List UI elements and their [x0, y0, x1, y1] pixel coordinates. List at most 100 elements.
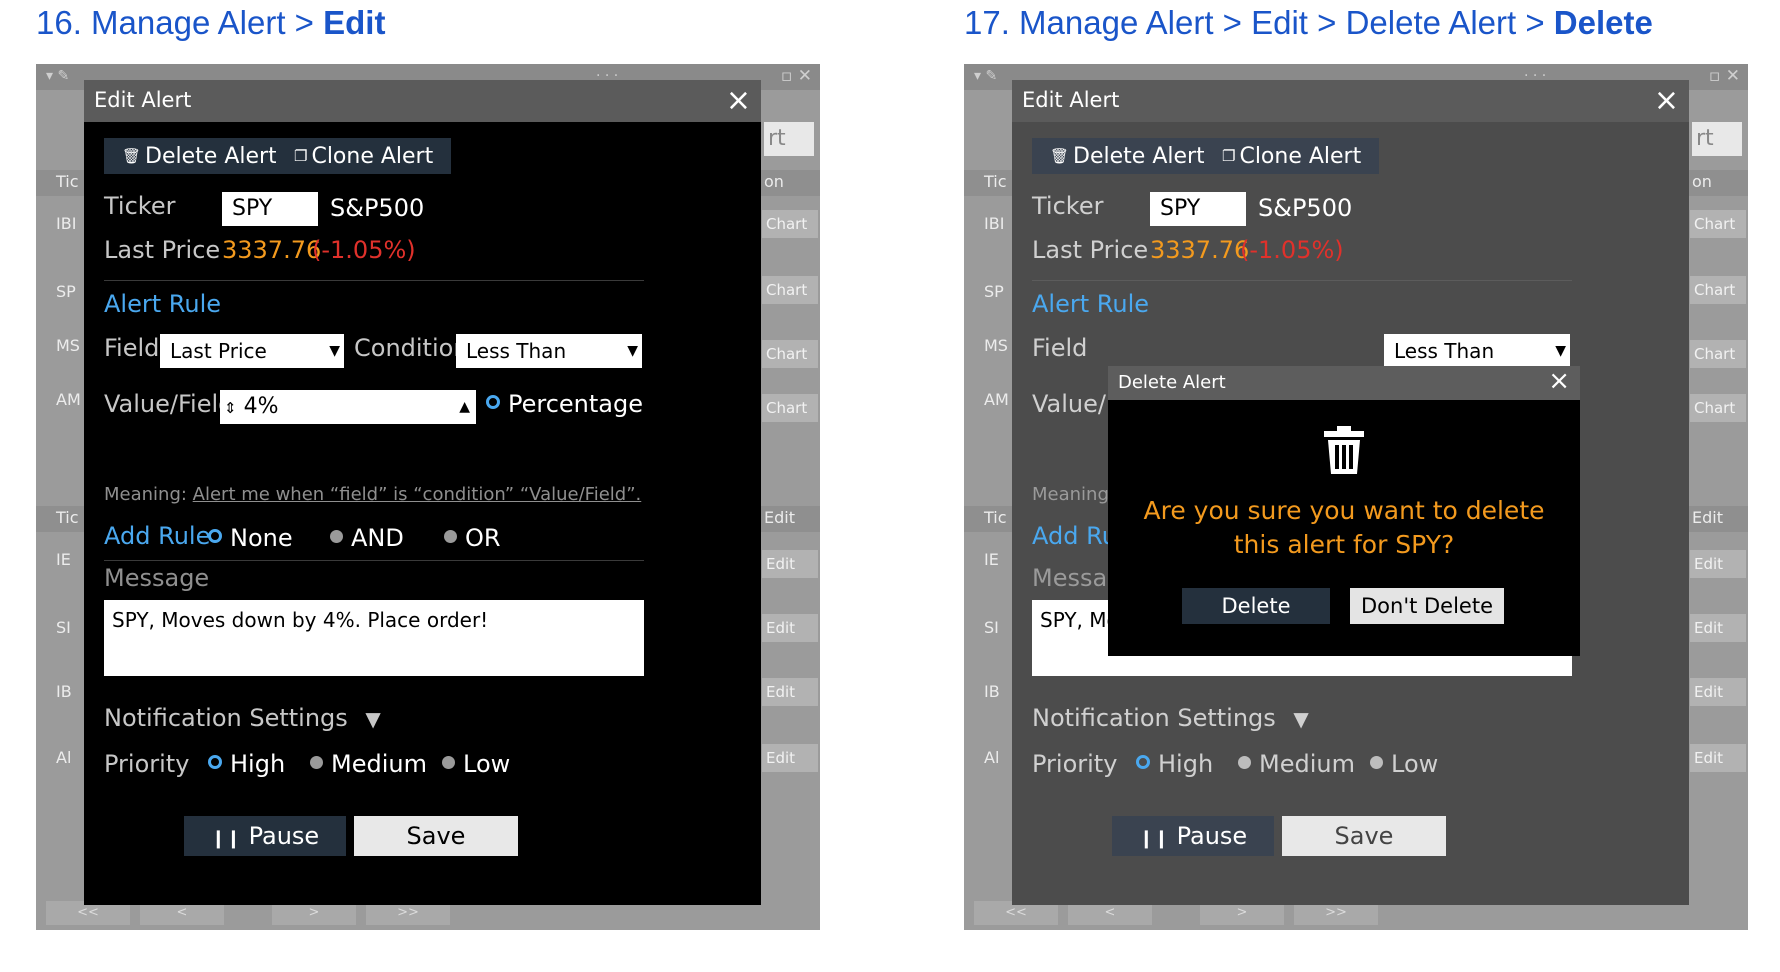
pause-button[interactable]: ❙❙ Pause	[184, 816, 346, 856]
chart-button[interactable]: Chart	[762, 210, 818, 238]
add-rule-none-radio[interactable]: None	[208, 524, 293, 552]
last-price-value: 3337.76	[222, 236, 322, 264]
edit-button[interactable]: Edit	[1690, 678, 1746, 706]
meaning-text: Meaning: Alert me when “field” is “condi…	[104, 484, 642, 505]
field-label: Field	[104, 334, 160, 362]
percentage-radio[interactable]: Percentage	[486, 390, 643, 418]
trash-icon	[1324, 426, 1364, 474]
delete-dialog-titlebar: Delete Alert ×	[1108, 366, 1580, 400]
radio-unselected-icon	[444, 530, 457, 543]
edit-button[interactable]: Edit	[762, 678, 818, 706]
priority-high-radio[interactable]: High	[1136, 750, 1213, 778]
pause-icon: ❙❙	[210, 828, 241, 849]
clone-icon: ❐	[294, 147, 308, 165]
chevron-down-icon: ▼	[365, 707, 381, 731]
edit-button[interactable]: Edit	[1690, 550, 1746, 578]
ticker-name: S&P500	[330, 194, 425, 222]
add-rule-or-radio[interactable]: OR	[444, 524, 501, 552]
edit-button[interactable]: Edit	[1690, 614, 1746, 642]
dialog-titlebar: Edit Alert ×	[84, 80, 761, 122]
edit-button[interactable]: Edit	[762, 614, 818, 642]
price-change: (-1.05%)	[1240, 236, 1344, 264]
dialog-titlebar: Edit Alert ×	[1012, 80, 1689, 122]
clone-alert-button[interactable]: ❐ Clone Alert	[1204, 138, 1380, 174]
notification-settings-toggle[interactable]: Notification Settings ▼	[104, 704, 381, 732]
delete-alert-button[interactable]: 🗑 Delete Alert	[1032, 138, 1223, 174]
edit-button[interactable]: Edit	[762, 550, 818, 578]
background-field: rt	[764, 122, 814, 156]
radio-selected-icon	[1136, 755, 1150, 769]
chart-button[interactable]: Chart	[762, 276, 818, 304]
priority-high-radio[interactable]: High	[208, 750, 285, 778]
radio-unselected-icon	[1370, 756, 1383, 769]
priority-low-radio[interactable]: Low	[1370, 750, 1438, 778]
message-textarea[interactable]: SPY, Moves down by 4%. Place order!	[104, 600, 644, 676]
delete-alert-button[interactable]: 🗑 Delete Alert	[104, 138, 295, 174]
chart-button[interactable]: Chart	[1690, 340, 1746, 368]
divider	[1032, 280, 1572, 281]
last-price-label: Last Price	[1032, 236, 1149, 264]
pause-icon: ❙❙	[1138, 828, 1169, 849]
edit-button[interactable]: Edit	[1690, 744, 1746, 772]
field-label: Field	[1032, 334, 1088, 362]
step-caption: 16. Manage Alert > Edit	[36, 4, 386, 41]
close-icon[interactable]: ×	[1548, 366, 1570, 396]
chart-button[interactable]: Chart	[1690, 394, 1746, 422]
delete-alert-dialog: Delete Alert × Are you sure you want to …	[1108, 366, 1580, 656]
edit-alert-dialog: Edit Alert × 🗑 Delete Alert ❐ Clone Alert …	[84, 80, 761, 905]
confirm-delete-button[interactable]: Delete	[1182, 588, 1330, 624]
dont-delete-button[interactable]: Don't Delete	[1350, 588, 1504, 624]
ticker-label: Ticker	[1032, 192, 1104, 220]
radio-selected-icon	[486, 395, 500, 409]
clone-icon: ❐	[1222, 147, 1236, 165]
value-field-input[interactable]: ⇕ 4% ▲	[220, 390, 476, 424]
close-icon[interactable]: ×	[726, 83, 751, 118]
chart-button[interactable]: Chart	[1690, 210, 1746, 238]
chevron-down-icon: ▼	[627, 343, 638, 359]
ticker-label: Ticker	[104, 192, 176, 220]
step-caption: 17. Manage Alert > Edit > Delete Alert >…	[964, 4, 1653, 41]
chart-button[interactable]: Chart	[762, 394, 818, 422]
ticker-input[interactable]: SPY	[222, 192, 318, 226]
caret-up-icon: ▲	[459, 399, 470, 415]
ticker-input[interactable]: SPY	[1150, 192, 1246, 226]
add-rule-and-radio[interactable]: AND	[330, 524, 404, 552]
dialog-title: Edit Alert	[1022, 88, 1120, 112]
last-price-value: 3337.76	[1150, 236, 1250, 264]
condition-dropdown[interactable]: Less Than ▼	[1384, 334, 1570, 368]
priority-low-radio[interactable]: Low	[442, 750, 510, 778]
background-field: rt	[1692, 122, 1742, 156]
save-button[interactable]: Save	[1282, 816, 1446, 856]
radio-unselected-icon	[442, 756, 455, 769]
divider	[104, 280, 644, 281]
add-rule-label: Add Rule	[104, 522, 211, 550]
notification-settings-toggle[interactable]: Notification Settings ▼	[1032, 704, 1309, 732]
pause-button[interactable]: ❙❙ Pause	[1112, 816, 1274, 856]
value-field-label: Value/Field	[104, 390, 234, 418]
close-icon[interactable]: ×	[1654, 83, 1679, 118]
alert-rule-heading: Alert Rule	[1032, 290, 1149, 318]
price-change: (-1.05%)	[312, 236, 416, 264]
condition-label: Condition	[354, 334, 469, 362]
delete-dialog-body: Are you sure you want to delete this ale…	[1108, 400, 1580, 656]
edit-button[interactable]: Edit	[762, 744, 818, 772]
save-button[interactable]: Save	[354, 816, 518, 856]
priority-medium-radio[interactable]: Medium	[310, 750, 427, 778]
delete-confirm-question: Are you sure you want to delete this ale…	[1143, 496, 1545, 559]
dialog-body: 🗑 Delete Alert ❐ Clone Alert Ticker SPY S&…	[84, 122, 761, 905]
chart-button[interactable]: Chart	[1690, 276, 1746, 304]
field-dropdown[interactable]: Last Price ▼	[160, 334, 344, 368]
chevron-down-icon: ▼	[329, 343, 340, 359]
stepper-icon[interactable]: ⇕	[224, 399, 237, 417]
condition-dropdown[interactable]: Less Than ▼	[456, 334, 642, 368]
radio-unselected-icon	[1238, 756, 1251, 769]
divider	[104, 560, 644, 561]
chevron-down-icon: ▼	[1555, 343, 1566, 359]
trash-icon: 🗑	[1050, 147, 1070, 165]
chart-button[interactable]: Chart	[762, 340, 818, 368]
clone-alert-button[interactable]: ❐ Clone Alert	[276, 138, 452, 174]
priority-label: Priority	[104, 750, 190, 778]
priority-medium-radio[interactable]: Medium	[1238, 750, 1355, 778]
panel-edit-alert: 16. Manage Alert > Edit ▾ ✎ · · · ▫ ✕ rt T…	[36, 0, 846, 972]
radio-selected-icon	[208, 755, 222, 769]
